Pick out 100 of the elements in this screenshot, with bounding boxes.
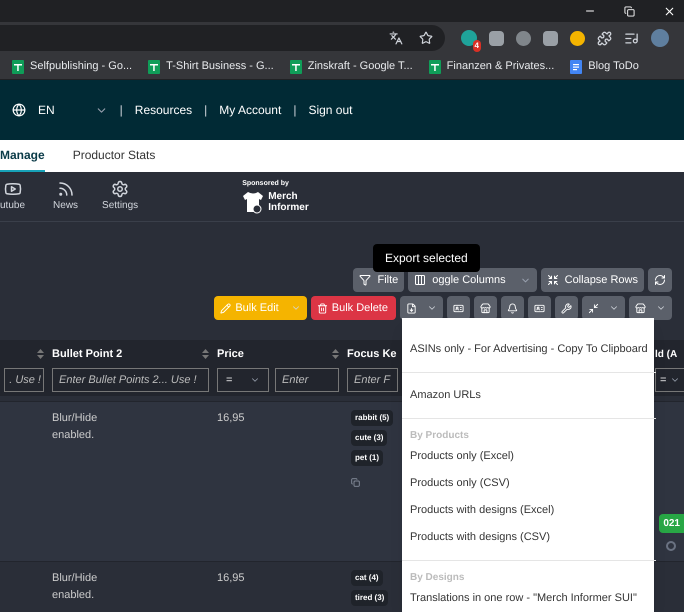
- tools-icon: [561, 302, 572, 314]
- keyword-tag: cute (3): [351, 430, 388, 446]
- header-link[interactable]: Sign out: [308, 101, 352, 119]
- menu-item[interactable]: Products with designs (CSV): [402, 524, 656, 551]
- filter-field[interactable]: Enter F: [347, 368, 398, 392]
- sort-icon[interactable]: [37, 349, 44, 359]
- menu-item[interactable]: Translations in one row - "Merch Informer SUI": [402, 585, 656, 612]
- menu-item[interactable]: ASINs only - For Advertising - Copy To Clipboard: [402, 336, 656, 363]
- extension-icon[interactable]: [516, 30, 531, 46]
- menu-item[interactable]: Products only (Excel): [402, 443, 656, 470]
- sort-icon[interactable]: [332, 349, 339, 359]
- spreadsheet-icon: [148, 60, 160, 74]
- collapse-icon: [546, 274, 559, 286]
- column-header[interactable]: Price: [217, 346, 244, 362]
- toolbar-button[interactable]: Collapse Rows: [540, 268, 644, 292]
- tooltip: Export selected: [373, 244, 480, 272]
- table-cell: 16,95: [217, 572, 245, 584]
- bookmark[interactable]: Zinskraft - Google T...: [290, 58, 413, 75]
- news-icon: [56, 180, 75, 198]
- tab[interactable]: Productor Stats: [72, 140, 156, 172]
- icon-button[interactable]: [629, 296, 672, 320]
- media-icon[interactable]: [624, 30, 639, 46]
- notification-badge: 4: [472, 40, 481, 52]
- spreadsheet-icon: [12, 60, 24, 74]
- spreadsheet-icon: [290, 60, 302, 74]
- menu-section-header: By Designs: [409, 570, 466, 585]
- store-icon: [480, 302, 491, 314]
- trash-icon: [316, 302, 328, 314]
- icon-button[interactable]: [447, 296, 470, 320]
- bookmark[interactable]: Blog ToDo: [570, 58, 639, 75]
- sort-icon[interactable]: [202, 349, 209, 359]
- spreadsheet-icon: [428, 60, 441, 74]
- filter-field[interactable]: Enter Bullet Points 2... Use !: [52, 368, 209, 392]
- restore-icon[interactable]: [624, 6, 635, 16]
- toolbar-button[interactable]: Filte: [353, 268, 404, 292]
- copy-icon[interactable]: [351, 478, 360, 487]
- operator-select[interactable]: =: [655, 368, 684, 392]
- icon-button[interactable]: [400, 296, 443, 320]
- settings-icon: [111, 180, 130, 198]
- filter-field[interactable]: . Use !: [4, 368, 44, 392]
- toolbar-item[interactable]: News: [53, 180, 78, 213]
- icon-button[interactable]: [555, 296, 578, 320]
- close-icon[interactable]: [663, 4, 676, 18]
- link-separator: |: [120, 102, 123, 119]
- menu-section-header: By Products: [409, 428, 470, 443]
- badge-icon: [534, 302, 545, 314]
- header-link[interactable]: My Account: [219, 101, 282, 119]
- table-cell: 16,95: [217, 412, 245, 424]
- extension-icon[interactable]: [461, 30, 477, 46]
- column-header[interactable]: Focus Ke: [347, 346, 397, 362]
- radio-button[interactable]: [666, 541, 676, 551]
- tab[interactable]: Manage: [0, 140, 45, 172]
- puzzle-icon[interactable]: [597, 30, 612, 46]
- toolbar-item[interactable]: utube: [0, 180, 26, 213]
- bookmark[interactable]: T-Shirt Business - G...: [148, 58, 274, 75]
- bookmark[interactable]: Selfpublishing - Go...: [12, 58, 132, 75]
- menu-item[interactable]: Products only (CSV): [402, 470, 656, 497]
- operator-select[interactable]: =: [217, 368, 269, 392]
- youtube-icon: [4, 180, 22, 198]
- sponsor-logo-text: Merch Informer: [268, 190, 309, 213]
- toolbar-item[interactable]: Settings: [102, 180, 138, 213]
- doc-icon: [570, 60, 582, 74]
- link-separator: |: [204, 102, 208, 119]
- export-icon: [406, 302, 417, 314]
- keyword-tag: pet (1): [351, 450, 383, 466]
- header-link[interactable]: Resources: [134, 101, 192, 119]
- keyword-tag: tired (3): [351, 590, 388, 606]
- menu-item[interactable]: Products with designs (Excel): [402, 496, 656, 524]
- bell-icon: [507, 302, 518, 314]
- status-badge: 021: [659, 514, 684, 533]
- refresh-button[interactable]: [648, 268, 672, 292]
- pencil-icon: [220, 302, 232, 314]
- icon-button[interactable]: [474, 296, 497, 320]
- filter-field[interactable]: Enter: [275, 368, 339, 392]
- menu-item[interactable]: Amazon URLs: [402, 382, 656, 409]
- keyword-tag: rabbit (5): [351, 410, 394, 426]
- toolbar-button[interactable]: oggle Columns: [408, 268, 537, 292]
- language-select[interactable]: EN: [38, 101, 108, 119]
- avatar-icon[interactable]: [651, 29, 669, 47]
- table-cell-text: Blur/Hide enabled.: [52, 571, 98, 602]
- icon-button[interactable]: [501, 296, 524, 320]
- icon-button[interactable]: [528, 296, 551, 320]
- extension-icon[interactable]: [570, 30, 585, 46]
- link-separator: |: [293, 102, 296, 119]
- refresh-icon: [654, 274, 666, 286]
- filter-icon: [359, 274, 372, 286]
- compress-icon: [588, 302, 599, 314]
- bookmark[interactable]: Finanzen & Privates...: [428, 58, 554, 75]
- column-header[interactable]: ld (A: [655, 346, 678, 362]
- icon-button[interactable]: [582, 296, 625, 320]
- translate-icon[interactable]: [389, 31, 403, 45]
- columns-icon: [414, 274, 426, 286]
- globe-icon: [12, 103, 26, 117]
- tshirt-logo-icon: [242, 190, 264, 214]
- star-icon[interactable]: [419, 31, 433, 45]
- extension-icon[interactable]: [543, 30, 558, 46]
- keyword-tag: cat (4): [351, 570, 383, 586]
- extension-icon[interactable]: [489, 30, 504, 46]
- column-header[interactable]: Bullet Point 2: [52, 346, 122, 362]
- bulk-delete-button[interactable]: Bulk Delete: [310, 296, 396, 320]
